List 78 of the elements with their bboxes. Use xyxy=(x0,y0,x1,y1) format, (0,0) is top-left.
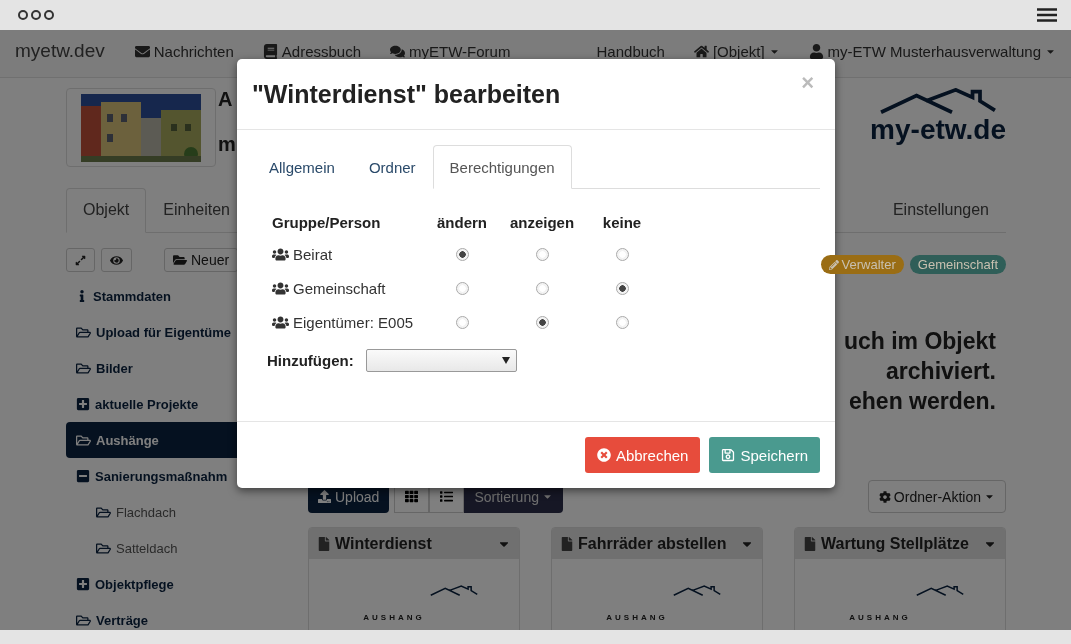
tree-item[interactable]: Objektpflege xyxy=(66,566,300,602)
logo-icon xyxy=(916,585,964,597)
notice-text: uch im Objekt xyxy=(843,327,996,356)
tree-item[interactable]: Flachdach xyxy=(66,494,300,530)
grid-icon xyxy=(405,490,419,503)
tree-item[interactable]: aktuelle Projekte xyxy=(66,386,300,422)
radio-button[interactable] xyxy=(455,315,469,329)
page-subtitle: m xyxy=(218,133,236,156)
column-header: ändern xyxy=(436,212,488,233)
card-label: AUSHANG xyxy=(363,613,425,622)
nav-link[interactable]: Handbuch xyxy=(596,42,665,60)
envelope-icon xyxy=(134,43,150,59)
card-title: Wartung Stellplätze xyxy=(821,534,970,553)
card-title: Fahrräder abstellen xyxy=(578,534,728,553)
role-badge: Gemeinschaft xyxy=(909,255,1006,274)
nav-link[interactable]: Nachrichten xyxy=(134,42,234,60)
radio-button[interactable] xyxy=(615,315,629,329)
upload-icon xyxy=(318,490,331,503)
radio-button[interactable] xyxy=(535,281,549,295)
menu-icon[interactable] xyxy=(1037,8,1057,22)
radio-button[interactable] xyxy=(615,247,629,261)
nav-link[interactable]: my-ETW Musterhausverwaltung xyxy=(808,42,1056,60)
tree-item[interactable]: Verträge xyxy=(66,602,300,630)
eye-icon xyxy=(110,253,123,267)
radio-button[interactable] xyxy=(455,247,469,261)
column-header: keine xyxy=(601,212,643,233)
tree-item[interactable]: Satteldach xyxy=(66,530,300,566)
nav-link[interactable]: Adressbuch xyxy=(262,42,362,60)
page-title: A xyxy=(218,88,234,111)
chat-icon xyxy=(390,43,406,59)
gear-icon xyxy=(878,490,891,503)
card-label: AUSHANG xyxy=(606,613,668,622)
notice-text: ehen werden. xyxy=(849,387,996,416)
dialog-title: "Winterdienst" bearbeiten xyxy=(252,79,561,109)
caret-icon xyxy=(501,357,510,364)
brand-link[interactable]: myetw.dev xyxy=(15,40,105,62)
logo-icon xyxy=(673,585,721,597)
tab[interactable]: Objekt xyxy=(66,188,147,233)
group-name: Beirat xyxy=(272,237,422,271)
logo-text: my-etw.de xyxy=(870,116,1006,144)
add-label: Hinzufügen: xyxy=(267,352,354,369)
tab[interactable]: Einstellungen xyxy=(875,188,1006,233)
save-button[interactable]: Speichern xyxy=(709,437,820,473)
radio-button[interactable] xyxy=(455,281,469,295)
tree-item[interactable]: Sanierungsmaßnahm xyxy=(66,458,300,494)
radio-button[interactable] xyxy=(615,281,629,295)
radio-button[interactable] xyxy=(535,247,549,261)
group-name: Gemeinschaft xyxy=(272,271,422,305)
expand-button[interactable] xyxy=(66,248,95,272)
notice-text: archiviert. xyxy=(886,357,996,386)
list-icon xyxy=(440,490,454,503)
file-icon xyxy=(560,536,574,551)
new-folder-button[interactable]: Neuer xyxy=(164,248,239,272)
card-label: AUSHANG xyxy=(849,613,911,622)
folder-icon xyxy=(173,253,187,267)
home-icon xyxy=(693,43,709,59)
save-icon xyxy=(721,448,736,462)
file-icon xyxy=(317,536,331,551)
radio-button[interactable] xyxy=(535,315,549,329)
add-select[interactable] xyxy=(365,349,517,372)
card-title: Winterdienst xyxy=(335,534,433,553)
column-header: anzeigen xyxy=(508,212,576,233)
pencil-icon xyxy=(828,259,839,270)
cancel-button[interactable]: Abbrechen xyxy=(584,437,701,473)
role-badge: Verwalter xyxy=(820,255,904,274)
cancel-icon xyxy=(596,448,611,462)
file-icon xyxy=(803,536,817,551)
nav-link[interactable]: myETW-Forum xyxy=(390,42,511,60)
nav-link[interactable]: [Objekt] xyxy=(693,42,780,60)
expand-icon xyxy=(75,254,86,266)
dialog-tab[interactable]: Berechtigungen xyxy=(432,145,572,189)
column-header: Gruppe/Person xyxy=(272,212,382,233)
logo-icon xyxy=(430,585,478,597)
view-button[interactable] xyxy=(101,248,132,272)
user-icon xyxy=(808,43,824,59)
book-icon xyxy=(262,43,278,59)
group-name: Eigentümer: E005 xyxy=(272,305,422,339)
folder-action-button[interactable]: Ordner-Aktion xyxy=(867,480,1006,513)
